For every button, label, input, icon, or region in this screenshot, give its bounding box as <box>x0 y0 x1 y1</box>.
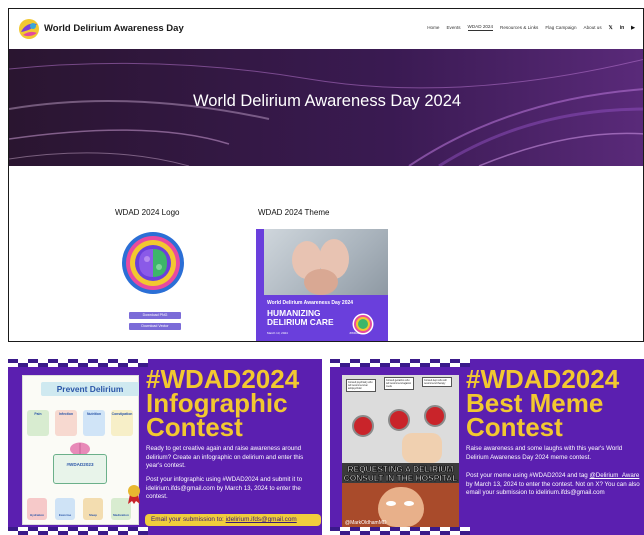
menu-item-flag-campaign[interactable]: Flag Campaign <box>545 25 576 30</box>
meme-author-handle: @MarkOldhamMD <box>345 520 387 526</box>
linkedin-icon[interactable]: in <box>620 25 624 31</box>
info-foot-hydration: Hydration <box>27 498 47 520</box>
meme-hand-shape <box>402 433 442 463</box>
youtube-icon[interactable]: ▶ <box>631 25 635 31</box>
twitter-icon[interactable]: 𝕏 <box>609 25 613 31</box>
meme-red-button-3 <box>424 405 446 427</box>
heart-hands-photo <box>264 229 388 295</box>
meme-red-button-2 <box>388 409 410 431</box>
meme-caption: REQUESTING A DELIRIUM CONSULT IN THE HOS… <box>342 463 459 485</box>
wdad-logo-icon[interactable] <box>18 18 40 40</box>
meme-buttons-panel: Consult psychiatry who will recommend an… <box>342 375 459 463</box>
wdad-2024-logo-badge <box>122 232 184 294</box>
meme-speech-1: Consult psychiatry who will recommend an… <box>346 379 376 392</box>
menu-item-resources[interactable]: Resources & Links <box>500 25 538 30</box>
download-vector-button[interactable]: Download Vector <box>129 323 181 330</box>
infographic-example-card: Prevent Delirium Pain Infection Nutritio… <box>22 375 140 525</box>
theme-section-label: WDAD 2024 Theme <box>258 208 330 217</box>
meme-speech-2: Consult geriatrics who will recommend ag… <box>384 377 414 390</box>
email-submission-pill: Email your submission to: idelirium.ifds… <box>145 514 321 526</box>
infographic-title: Prevent Delirium <box>41 382 139 396</box>
email-link[interactable]: idelirium.ifds@gmail.com <box>226 516 297 523</box>
menu-item-events[interactable]: Events <box>446 25 460 30</box>
checker-border-top <box>8 359 148 367</box>
meme-paragraph-1: Raise awareness and some laughs with thi… <box>466 445 623 461</box>
meme-tag-link[interactable]: @Delirium_Aware <box>589 472 639 479</box>
infographic-paragraph-2: Post your infographic using #WDAD2024 an… <box>146 476 303 501</box>
email-label: Email your submission to: <box>151 516 224 523</box>
infographic-paragraph-1: Ready to get creative again and raise aw… <box>146 445 304 470</box>
meme-contest-panel: Consult psychiatry who will recommend an… <box>330 359 644 535</box>
main-menu: Home Events WDAD 2024 Resources & Links … <box>427 24 635 31</box>
menu-item-about-us[interactable]: About us <box>584 25 602 30</box>
download-png-button[interactable]: Download PNG <box>129 312 181 319</box>
checker-border-bottom <box>8 527 148 535</box>
hero-banner: World Delirium Awareness Day 2024 <box>9 49 643 166</box>
theme-card-subtitle: HUMANIZING DELIRIUM CARE <box>267 308 334 327</box>
meme-speech-3: Consult dept who will recommend therapy <box>422 377 452 387</box>
info-cell-nutrition: Nutrition <box>83 410 105 436</box>
meme-example-card: Consult psychiatry who will recommend an… <box>342 375 459 530</box>
info-cell-infection: Infection <box>55 410 77 436</box>
award-ribbon-icon <box>128 485 140 504</box>
info-cell-constipation: Constipation <box>111 410 133 436</box>
info-foot-exercise: Exercise <box>55 498 75 520</box>
checker-border-bottom <box>330 527 470 535</box>
info-cell-pain: Pain <box>27 410 49 436</box>
logo-section-label: WDAD 2024 Logo <box>115 208 180 217</box>
menu-item-wdad-2024[interactable]: WDAD 2024 <box>467 24 494 31</box>
website-screenshot: World Delirium Awareness Day Home Events… <box>8 8 644 342</box>
meme-red-button-1 <box>352 415 374 437</box>
site-logo-text[interactable]: World Delirium Awareness Day <box>44 23 184 34</box>
theme-card[interactable]: World Delirium Awareness Day 2024 HUMANI… <box>256 229 388 341</box>
theme-badge-icon <box>352 313 374 335</box>
theme-card-date: March 13, 2024 <box>267 331 288 335</box>
infographic-center-panel: #WDAD2023 <box>53 454 107 484</box>
checker-border-top <box>330 359 470 367</box>
infographic-heading: #WDAD2024 Infographic Contest <box>146 364 300 442</box>
meme-paragraph-2: Post your meme using #WDAD2024 and tag @… <box>466 472 640 497</box>
theme-card-title: World Delirium Awareness Day 2024 <box>267 300 354 306</box>
meme-heading: #WDAD2024 Best Meme Contest <box>466 364 620 442</box>
site-header: World Delirium Awareness Day Home Events… <box>9 9 643 49</box>
hero-title: World Delirium Awareness Day 2024 <box>192 92 462 110</box>
menu-item-home[interactable]: Home <box>427 25 439 30</box>
infographic-contest-panel: Prevent Delirium Pain Infection Nutritio… <box>8 359 322 535</box>
info-foot-sleep: Sleep <box>83 498 103 520</box>
